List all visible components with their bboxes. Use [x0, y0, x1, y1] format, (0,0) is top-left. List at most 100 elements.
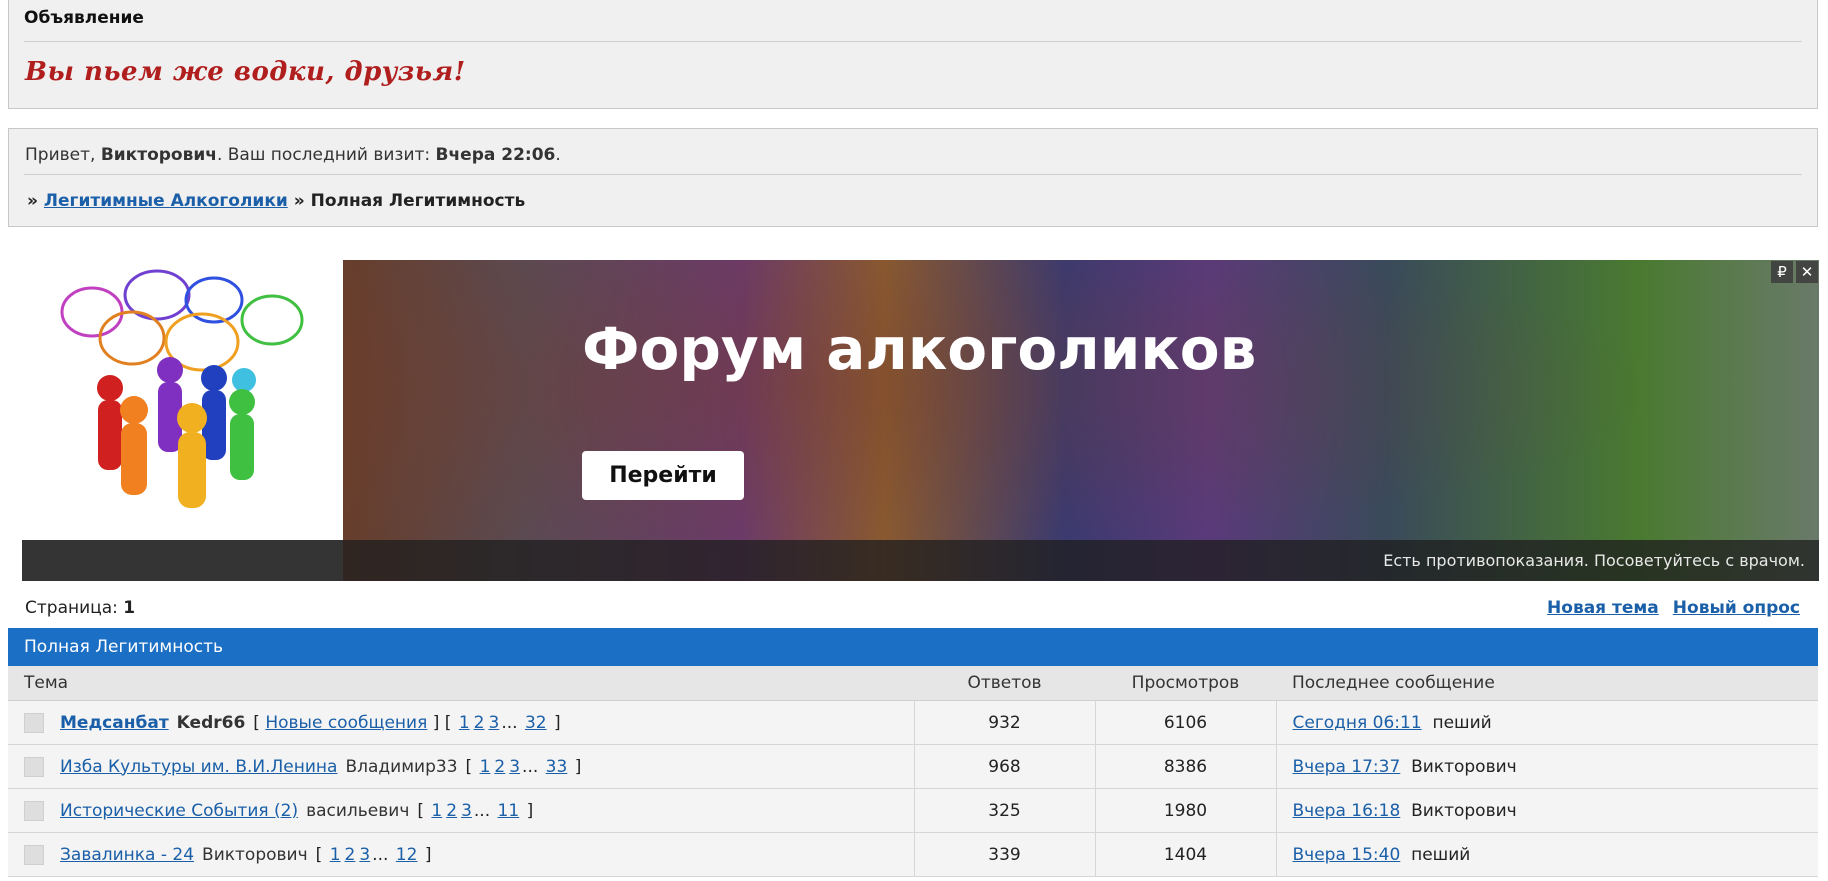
ad-go-button[interactable]: Перейти — [582, 451, 744, 500]
column-header-topic: Тема — [8, 666, 914, 701]
topic-link[interactable]: Изба Культуры им. В.И.Ленина — [60, 757, 337, 777]
table-row: Исторические События (2) васильевич [ 123.… — [8, 788, 1818, 833]
topic-author: Kedr66 — [176, 712, 246, 733]
page-link[interactable]: 11 — [498, 801, 520, 821]
page-link[interactable]: 33 — [546, 757, 568, 777]
last-post-link[interactable]: Вчера 16:18 — [1293, 801, 1401, 821]
welcome-panel: Привет, Викторович. Ваш последний визит:… — [8, 128, 1818, 227]
last-post-link[interactable]: Вчера 15:40 — [1293, 845, 1401, 865]
page-links: [ 1 2 3... 33 ] — [465, 756, 582, 777]
ad-ruble-icon[interactable]: ₽ — [1771, 261, 1793, 283]
views-count: 1980 — [1094, 788, 1276, 833]
topic-link[interactable]: Медсанбат — [60, 713, 169, 733]
topic-link[interactable]: Завалинка - 24 — [60, 845, 194, 865]
topic-cell: Исторические События (2) васильевич [ 123.… — [8, 788, 914, 833]
views-count: 1404 — [1094, 832, 1276, 877]
last-post-user: пеший — [1432, 712, 1492, 733]
visit-prefix: . Ваш последний визит: — [216, 145, 436, 165]
ad-headline[interactable]: Форум алкоголиков — [582, 315, 1256, 383]
replies-count: 339 — [913, 832, 1095, 877]
greeting-prefix: Привет, — [25, 145, 101, 165]
topic-status-icon — [24, 800, 44, 821]
page-link[interactable]: 1 — [459, 713, 470, 733]
topic-status-icon — [24, 844, 44, 865]
topic-status-icon — [24, 756, 44, 777]
username: Викторович — [100, 145, 217, 165]
visit-suffix: . — [555, 145, 561, 165]
ad-close-icon[interactable]: ✕ — [1796, 261, 1818, 283]
table-row: Завалинка - 24 Викторович[ 1 2 3... 12 ] 33… — [8, 832, 1818, 877]
announcement-title: Объявление — [24, 8, 144, 28]
topic-cell: Завалинка - 24 Викторович[ 1 2 3... 12 ] — [8, 832, 914, 877]
page-link[interactable]: 1 — [431, 801, 442, 821]
page-links: [ 1 2 3... 11 ] — [417, 800, 534, 821]
replies-count: 968 — [913, 744, 1095, 789]
replies-count: 325 — [913, 788, 1095, 833]
page-link[interactable]: 3 — [488, 713, 499, 733]
last-visit: Вчера 22:06 — [435, 145, 556, 165]
forum-title-bar: Полная Легитимность — [8, 628, 1818, 666]
topic-cell: Медсанбат Kedr66[ Новые сообщения ] [ 123… — [8, 700, 914, 745]
page-link[interactable]: 2 — [474, 713, 485, 733]
welcome-line: Привет, Викторович. Ваш последний визит:… — [25, 145, 561, 165]
page-link[interactable]: 2 — [345, 845, 356, 865]
people-speech-bubbles-illustration — [60, 269, 304, 508]
current-page: 1 — [123, 598, 136, 618]
table-row: Изба Культуры им. В.И.Ленина Владимир33 [ … — [8, 744, 1818, 789]
ad-image — [22, 260, 343, 581]
page-link[interactable]: 3 — [359, 845, 370, 865]
column-header-last-post: Последнее сообщение — [1276, 666, 1818, 701]
last-post-cell: Вчера 16:18 Викторович — [1275, 788, 1818, 833]
column-header-views: Просмотров — [1095, 666, 1276, 701]
divider — [24, 174, 1802, 175]
page-links: [ 1 2 3... 12 ] — [315, 844, 432, 865]
breadcrumb-separator: » — [27, 191, 44, 211]
divider — [24, 41, 1802, 42]
announcement-message: Вы пьем же водки, друзья! — [25, 57, 466, 87]
page-link[interactable]: 32 — [525, 713, 547, 733]
page-link[interactable]: 2 — [494, 757, 505, 777]
last-post-user: Викторович — [1411, 756, 1517, 777]
topic-author: Владимир33 — [345, 756, 458, 777]
page-link[interactable]: 12 — [396, 845, 418, 865]
topic-link[interactable]: Исторические События (2) — [60, 801, 298, 821]
views-count: 6106 — [1094, 700, 1276, 745]
page-links: [ 1 2 3... 32 ] — [444, 712, 561, 733]
page-link[interactable]: 3 — [509, 757, 520, 777]
last-post-cell: Вчера 17:37 Викторович — [1275, 744, 1818, 789]
pagination: Страница: 1 — [25, 598, 135, 618]
new-topic-link[interactable]: Новая тема — [1547, 598, 1659, 618]
announcement-panel: Объявление Вы пьем же водки, друзья! — [8, 0, 1818, 109]
ad-disclaimer: Есть противопоказания. Посоветуйтесь с в… — [1383, 551, 1805, 570]
topic-author: Викторович — [202, 844, 308, 865]
page-link[interactable]: 2 — [446, 801, 457, 821]
new-poll-link[interactable]: Новый опрос — [1673, 598, 1800, 618]
topic-status-icon — [24, 712, 44, 733]
topic-cell: Изба Культуры им. В.И.Ленина Владимир33 [ … — [8, 744, 914, 789]
ad-background — [343, 260, 1819, 581]
last-post-cell: Вчера 15:40 пеший — [1275, 832, 1818, 877]
breadcrumb-current: Полная Легитимность — [310, 191, 526, 211]
page-link[interactable]: 3 — [461, 801, 472, 821]
topics-table: Тема Ответов Просмотров Последнее сообще… — [8, 666, 1818, 877]
page-link[interactable]: 1 — [330, 845, 341, 865]
last-post-user: пеший — [1411, 844, 1471, 865]
table-header-row: Тема Ответов Просмотров Последнее сообще… — [8, 666, 1818, 701]
page-link[interactable]: 1 — [480, 757, 491, 777]
last-post-link[interactable]: Сегодня 06:11 — [1293, 713, 1422, 733]
last-post-link[interactable]: Вчера 17:37 — [1293, 757, 1401, 777]
topic-actions: Новая тема Новый опрос — [1533, 598, 1800, 618]
table-row: Медсанбат Kedr66[ Новые сообщения ] [ 123… — [8, 700, 1818, 745]
topic-author: васильевич — [306, 800, 410, 821]
views-count: 8386 — [1094, 744, 1276, 789]
breadcrumb-separator: » — [287, 191, 311, 211]
last-post-cell: Сегодня 06:11 пеший — [1275, 700, 1818, 745]
new-posts-link[interactable]: Новые сообщения — [265, 713, 427, 733]
breadcrumb: » Легитимные Алкоголики » Полная Легитим… — [27, 191, 525, 211]
last-post-user: Викторович — [1411, 800, 1517, 821]
page-label: Страница: — [25, 598, 124, 618]
column-header-replies: Ответов — [914, 666, 1095, 701]
breadcrumb-forum-link[interactable]: Легитимные Алкоголики — [44, 191, 288, 211]
replies-count: 932 — [913, 700, 1095, 745]
ad-banner[interactable]: Форум алкоголиков Перейти Есть противопо… — [22, 260, 1819, 581]
